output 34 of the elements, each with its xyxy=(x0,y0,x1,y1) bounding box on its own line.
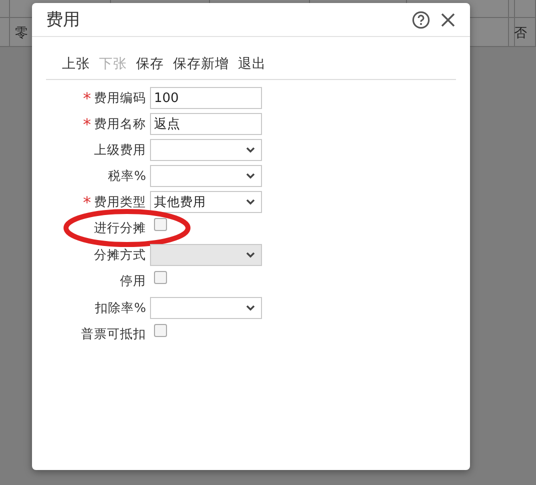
text-field[interactable]: 100 xyxy=(150,87,262,109)
select-field[interactable]: 其他费用 xyxy=(150,191,262,213)
field-label: 停用 xyxy=(120,272,146,290)
chevron-down-icon xyxy=(246,173,255,179)
select-field[interactable] xyxy=(150,297,262,319)
checkbox[interactable] xyxy=(154,324,167,336)
text-field[interactable]: 返点 xyxy=(150,113,262,135)
checkbox[interactable] xyxy=(154,270,167,284)
field-label: 费用类型 xyxy=(94,194,146,210)
chevron-down-icon xyxy=(246,199,255,205)
select-field[interactable] xyxy=(150,139,262,161)
checkbox[interactable] xyxy=(154,218,167,230)
required-mark: * xyxy=(83,88,91,108)
toolbar-button[interactable]: 上张 xyxy=(62,55,90,73)
toolbar-button[interactable]: 退出 xyxy=(238,55,266,73)
field-label: 费用编码 xyxy=(94,90,146,106)
help-button[interactable] xyxy=(412,10,430,28)
close-button[interactable] xyxy=(440,12,456,28)
field-label: 进行分摊 xyxy=(94,220,146,236)
required-mark: * xyxy=(83,192,91,212)
field-label: 分摊方式 xyxy=(94,246,146,264)
chevron-down-icon xyxy=(246,147,255,153)
table-cell: 否 xyxy=(509,18,536,46)
required-mark: * xyxy=(83,114,91,134)
toolbar-button[interactable]: 保存新增 xyxy=(173,55,229,73)
field-label: 上级费用 xyxy=(94,142,146,158)
field-label: 普票可抵扣 xyxy=(81,326,146,342)
toolbar-button[interactable]: 保存 xyxy=(136,55,164,73)
chevron-down-icon xyxy=(246,305,255,311)
field-label: 扣除率% xyxy=(95,300,146,316)
chevron-down-icon xyxy=(246,252,255,258)
field-label: 税率% xyxy=(108,168,146,184)
field-label: 费用名称 xyxy=(94,116,146,132)
select-field[interactable] xyxy=(150,165,262,187)
